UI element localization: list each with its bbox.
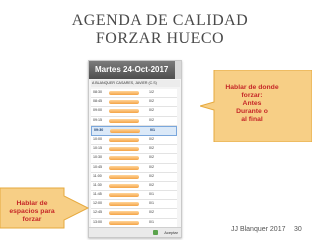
slot-availability-bar: [109, 109, 139, 114]
callout-right-text: Hablar de donde forzar: Antes Durante o …: [214, 84, 290, 124]
agenda-date-title: Martes 24-Oct-2017: [95, 65, 169, 74]
time-slot-row[interactable]: 08:45 0/2: [91, 98, 177, 108]
callout-left-text: Hablar de espacios para forzar: [2, 200, 62, 224]
accept-button[interactable]: Aceptar: [164, 230, 178, 235]
slot-availability-bar: [109, 100, 139, 105]
slot-count: 0/1: [149, 192, 154, 197]
slot-count: 0/1: [149, 201, 154, 206]
time-slot-row[interactable]: 11:30 0/2: [91, 181, 177, 192]
slot-time: 11:45: [93, 192, 102, 197]
callout-right-line: forzar:: [241, 92, 263, 99]
time-slot-row[interactable]: 11:00 0/2: [91, 172, 177, 182]
slot-count: 0/1: [149, 219, 154, 224]
slide-page-number: 30: [294, 226, 302, 233]
slot-count: 0/1: [150, 127, 155, 132]
time-slot-row[interactable]: 09:00 0/2: [91, 107, 177, 117]
slot-availability-bar: [109, 147, 139, 152]
slot-count: 0/2: [149, 182, 154, 187]
slot-availability-bar: [109, 183, 139, 188]
doctor-name: A BLANQUER CASARES, JAVIER (C.S): [91, 80, 180, 87]
agenda-footer: Aceptar: [89, 227, 181, 237]
slot-availability-bar: [109, 220, 139, 225]
scrollbar[interactable]: [175, 61, 181, 79]
slot-time: 10:00: [93, 136, 102, 141]
slot-count: 0/2: [149, 155, 154, 160]
time-slot-list: 08:30 1/2 08:45 0/2 09:00 0/2 09:15 0/2 09:30 0/1…: [91, 89, 177, 228]
agenda-header: Martes 24-Oct-2017: [89, 61, 181, 79]
slot-availability-bar: [109, 193, 139, 198]
slot-availability-bar: [109, 211, 139, 216]
slot-availability-bar: [109, 202, 139, 207]
slide-title-line-1: AGENDA DE CALIDAD: [71, 12, 249, 29]
slot-time: 12:00: [93, 201, 102, 206]
slot-count: 0/2: [149, 173, 154, 178]
slot-time: 09:15: [93, 117, 102, 122]
time-slot-row[interactable]: 10:00 0/2: [91, 135, 177, 146]
slot-time: 11:00: [93, 173, 102, 178]
slot-time: 08:45: [93, 99, 102, 104]
slide-title-line-2: FORZAR HUECO: [95, 30, 225, 47]
time-slot-row[interactable]: 11:45 0/1: [91, 191, 177, 201]
slot-time: 12:45: [93, 210, 102, 215]
callout-right-line: Antes: [242, 100, 262, 107]
slot-time: 08:30: [93, 90, 102, 94]
slot-time: 09:00: [93, 108, 102, 113]
time-slot-row[interactable]: 09:30 0/1: [91, 125, 177, 136]
slot-count: 0/2: [149, 146, 154, 151]
callout-right-line: Durante o: [236, 108, 268, 115]
slide-author: JJ Blanquer 2017: [231, 226, 286, 233]
slot-time: 11:30: [93, 182, 102, 187]
slot-availability-bar: [109, 137, 139, 142]
time-slot-row[interactable]: 10:30 0/2: [91, 154, 177, 164]
slot-time: 10:45: [93, 164, 102, 169]
slot-count: 1/2: [149, 90, 154, 94]
slot-count: 0/2: [149, 210, 154, 215]
slot-time: 10:15: [93, 146, 102, 151]
slot-count: 0/2: [149, 108, 154, 113]
time-slot-row[interactable]: 12:45 0/2: [91, 209, 177, 219]
slot-time: 10:30: [93, 155, 102, 160]
slot-availability-bar: [109, 156, 139, 161]
callout-left-line: espacios para: [9, 208, 55, 215]
slot-time: 09:30: [94, 127, 104, 132]
time-slot-row[interactable]: 08:30 1/2: [91, 89, 177, 99]
slot-count: 0/2: [149, 99, 154, 104]
slot-availability-bar: [110, 128, 140, 133]
time-slot-row[interactable]: 10:45 0/2: [91, 163, 177, 173]
callout-right-line: al final: [241, 116, 263, 123]
slot-availability-bar: [109, 91, 139, 95]
agenda-screenshot: Martes 24-Oct-2017 A BLANQUER CASARES, J…: [88, 60, 182, 238]
slot-count: 0/2: [149, 164, 154, 169]
callout-left-line: Hablar de: [16, 200, 48, 207]
slot-availability-bar: [109, 174, 139, 179]
accept-icon: [153, 230, 158, 235]
slot-count: 0/2: [149, 117, 154, 122]
callout-left-line: forzar: [22, 216, 42, 223]
slot-time: 13:00: [93, 219, 102, 224]
callout-right-line: Hablar de donde: [225, 84, 279, 91]
slot-count: 0/2: [149, 136, 154, 141]
slot-availability-bar: [109, 118, 139, 123]
time-slot-row[interactable]: 10:15 0/2: [91, 145, 177, 155]
time-slot-row[interactable]: 12:00 0/1: [91, 200, 177, 210]
slot-availability-bar: [109, 165, 139, 170]
time-slot-row[interactable]: 09:15 0/2: [91, 116, 177, 126]
